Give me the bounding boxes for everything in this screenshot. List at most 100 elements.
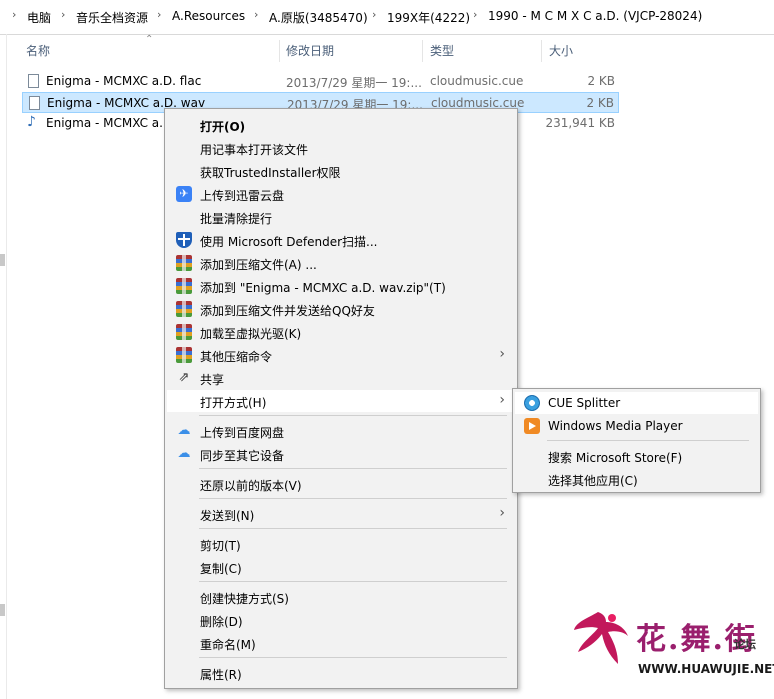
- watermark-logo-icon: [574, 612, 628, 664]
- menu-item-label: 剪切(T): [200, 539, 241, 553]
- column-header-type[interactable]: 类型: [430, 34, 454, 68]
- chevron-right-icon[interactable]: ›: [12, 8, 16, 21]
- menu-item-share[interactable]: ⇗ 共享: [167, 367, 515, 389]
- file-icon: [29, 96, 40, 110]
- context-menu: 打开(O) 用记事本打开该文件 获取TrustedInstaller权限 ✈ 上…: [164, 108, 518, 689]
- open-with-submenu: CUE Splitter Windows Media Player 搜索 Mic…: [512, 388, 761, 493]
- menu-item-label: 删除(D): [200, 615, 243, 629]
- baidu-cloud-icon: ☁: [177, 423, 191, 438]
- baidu-cloud-icon: ☁: [177, 446, 191, 461]
- file-size: 2 KB: [587, 74, 615, 88]
- menu-item-label: 加载至虚拟光驱(K): [200, 327, 302, 341]
- menu-item-label: 添加到压缩文件(A) ...: [200, 258, 317, 272]
- menu-item-delete[interactable]: 删除(D): [167, 609, 515, 631]
- breadcrumb-item[interactable]: 1990 - M C M X C a.D. (VJCP-28024): [488, 9, 702, 23]
- file-icon: [28, 74, 39, 88]
- menu-item-properties[interactable]: 属性(R): [167, 662, 515, 684]
- menu-item-send-to[interactable]: 发送到(N) ›: [167, 503, 515, 525]
- file-size: 2 KB: [586, 96, 614, 110]
- chevron-right-icon: ›: [499, 505, 505, 521]
- file-type: cloudmusic.cue: [430, 74, 524, 88]
- submenu-item-label: 搜索 Microsoft Store(F): [548, 451, 683, 465]
- menu-item-sync-device[interactable]: ☁ 同步至其它设备: [167, 443, 515, 465]
- menu-item-add-send-qq[interactable]: 添加到压缩文件并发送给QQ好友: [167, 298, 515, 320]
- column-header-name[interactable]: 名称: [26, 34, 50, 68]
- archive-icon: [176, 324, 192, 340]
- submenu-item-cue-splitter[interactable]: CUE Splitter: [515, 392, 758, 414]
- menu-item-label: 添加到 "Enigma - MCMXC a.D. wav.zip"(T): [200, 281, 446, 295]
- watermark-sub: 论坛: [734, 638, 756, 651]
- breadcrumb-item[interactable]: A.Resources: [172, 9, 245, 23]
- breadcrumb-item[interactable]: 电脑: [27, 9, 51, 26]
- menu-item-label: 上传到迅雷云盘: [200, 189, 285, 203]
- file-name: Enigma - MCMXC a.D. flac: [46, 74, 202, 88]
- menu-item-label: 重命名(M): [200, 638, 256, 652]
- chevron-right-icon[interactable]: ›: [372, 8, 376, 21]
- menu-item-label: 添加到压缩文件并发送给QQ好友: [200, 304, 375, 318]
- music-file-icon: ♪: [27, 114, 38, 130]
- menu-item-open-notepad[interactable]: 用记事本打开该文件: [167, 137, 515, 159]
- menu-separator: [199, 657, 507, 658]
- menu-item-label: 同步至其它设备: [200, 449, 285, 463]
- menu-item-cut[interactable]: 剪切(T): [167, 533, 515, 555]
- menu-item-virtual-drive[interactable]: 加载至虚拟光驱(K): [167, 321, 515, 343]
- menu-item-copy[interactable]: 复制(C): [167, 556, 515, 578]
- menu-item-restore[interactable]: 还原以前的版本(V): [167, 473, 515, 495]
- breadcrumb-item[interactable]: A.原版(3485470): [269, 9, 368, 26]
- menu-item-label: 共享: [200, 373, 225, 387]
- menu-item-open-with[interactable]: 打开方式(H) ›: [167, 390, 515, 412]
- menu-item-other-compress[interactable]: 其他压缩命令 ›: [167, 344, 515, 366]
- address-bar[interactable]: › 电脑 › 音乐全档资源 › A.Resources › A.原版(34854…: [0, 0, 774, 35]
- menu-item-add-archive[interactable]: 添加到压缩文件(A) ...: [167, 252, 515, 274]
- defender-shield-icon: [176, 232, 192, 248]
- chevron-right-icon[interactable]: ›: [61, 8, 65, 21]
- column-header-date[interactable]: 修改日期: [286, 34, 334, 68]
- breadcrumb-item[interactable]: 音乐全档资源: [76, 9, 148, 26]
- menu-item-baidu-upload[interactable]: ☁ 上传到百度网盘: [167, 420, 515, 442]
- menu-item-label: 使用 Microsoft Defender扫描...: [200, 235, 378, 249]
- submenu-item-label: Windows Media Player: [548, 419, 683, 433]
- cue-splitter-icon: [524, 395, 540, 411]
- menu-item-add-zip[interactable]: 添加到 "Enigma - MCMXC a.D. wav.zip"(T): [167, 275, 515, 297]
- menu-item-label: 获取TrustedInstaller权限: [200, 166, 341, 180]
- menu-item-label: 属性(R): [200, 668, 242, 682]
- menu-item-label: 批量清除提行: [200, 212, 273, 226]
- menu-separator: [199, 581, 507, 582]
- nav-marker: [0, 604, 5, 616]
- menu-item-label: 打开方式(H): [200, 396, 267, 410]
- breadcrumb-item[interactable]: 199X年(4222): [387, 9, 470, 26]
- column-header-size[interactable]: 大小: [549, 34, 573, 68]
- menu-separator: [199, 498, 507, 499]
- menu-item-defender-scan[interactable]: 使用 Microsoft Defender扫描...: [167, 229, 515, 251]
- menu-item-label: 发送到(N): [200, 509, 255, 523]
- chevron-right-icon[interactable]: ›: [473, 8, 477, 21]
- menu-separator: [199, 415, 507, 416]
- submenu-item-store[interactable]: 搜索 Microsoft Store(F): [515, 445, 758, 467]
- file-date: 2013/7/29 星期一 19:...: [286, 76, 422, 90]
- menu-separator: [199, 528, 507, 529]
- menu-item-label: 复制(C): [200, 562, 242, 576]
- chevron-right-icon[interactable]: ›: [157, 8, 161, 21]
- menu-item-rename[interactable]: 重命名(M): [167, 632, 515, 654]
- archive-icon: [176, 255, 192, 271]
- file-size: 231,941 KB: [545, 116, 615, 130]
- file-row[interactable]: Enigma - MCMXC a.D. flac 2013/7/29 星期一 1…: [22, 71, 619, 92]
- chevron-right-icon[interactable]: ›: [254, 8, 258, 21]
- submenu-item-label: 选择其他应用(C): [548, 474, 638, 488]
- menu-item-open[interactable]: 打开(O): [167, 114, 515, 136]
- submenu-item-choose-app[interactable]: 选择其他应用(C): [515, 468, 758, 490]
- submenu-item-wmp[interactable]: Windows Media Player: [515, 415, 758, 437]
- menu-separator: [547, 440, 749, 441]
- navigation-pane-edge[interactable]: [0, 34, 7, 699]
- menu-item-label: 打开(O): [200, 120, 246, 134]
- menu-item-trustedinstaller[interactable]: 获取TrustedInstaller权限: [167, 160, 515, 182]
- column-separator[interactable]: [279, 40, 280, 62]
- chevron-right-icon: ›: [499, 392, 505, 408]
- menu-item-thunder-upload[interactable]: ✈ 上传到迅雷云盘: [167, 183, 515, 205]
- column-separator[interactable]: [422, 40, 423, 62]
- menu-item-batch-clear[interactable]: 批量清除提行: [167, 206, 515, 228]
- menu-item-create-shortcut[interactable]: 创建快捷方式(S): [167, 586, 515, 608]
- column-separator[interactable]: [541, 40, 542, 62]
- media-player-icon: [524, 418, 540, 434]
- menu-item-label: 其他压缩命令: [200, 350, 273, 364]
